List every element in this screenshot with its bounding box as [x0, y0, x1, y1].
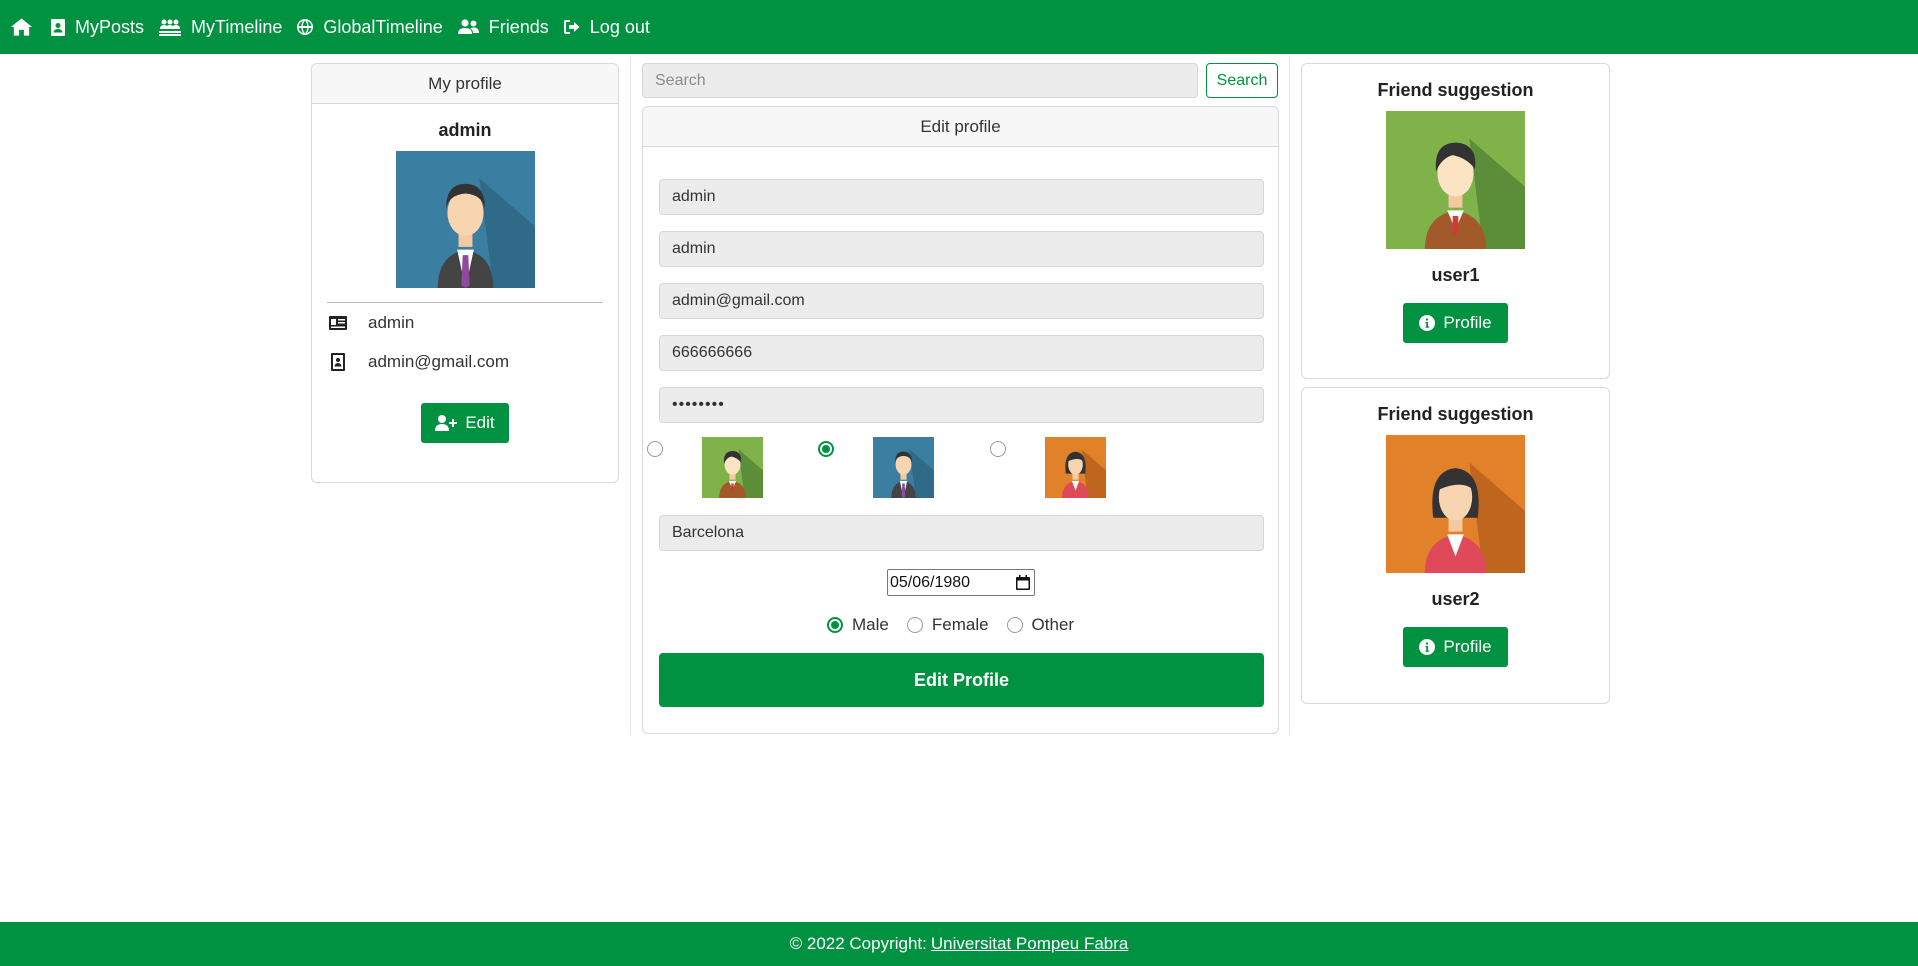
gender-radio-male[interactable]	[827, 617, 843, 633]
home-icon	[10, 18, 33, 36]
gender-radio-female[interactable]	[906, 617, 923, 633]
profile-button-label: Profile	[1443, 637, 1492, 656]
user-group-icon	[457, 19, 479, 34]
home-link[interactable]	[10, 17, 33, 37]
edit-profile-button[interactable]: Edit	[421, 403, 509, 443]
friend-suggestion-card-1: Friend suggestion user1 Profile	[1301, 63, 1610, 379]
nav-logout[interactable]: Log out	[563, 16, 650, 38]
birthdate-field[interactable]: 05/06/1980	[887, 569, 1035, 596]
footer: © 2022 Copyright: Universitat Pompeu Fab…	[0, 922, 1918, 966]
view-profile-button[interactable]: Profile	[1403, 303, 1508, 343]
friend-name: user1	[1431, 265, 1480, 285]
submit-edit-profile-button[interactable]: Edit Profile	[659, 653, 1264, 707]
friend-name: user2	[1431, 589, 1480, 609]
people-line-icon	[159, 19, 182, 36]
email-field[interactable]	[659, 283, 1264, 319]
nav-myposts[interactable]: MyPosts	[51, 17, 144, 38]
phone-field[interactable]	[659, 335, 1264, 371]
top-navbar: MyPosts MyTimeline GlobalTimeline Friend…	[0, 0, 1918, 54]
friend-avatar-user2	[1386, 435, 1525, 573]
name-field[interactable]	[659, 179, 1264, 215]
edit-profile-card: Edit profile 05/06/1980 Male Female Othe…	[642, 106, 1279, 734]
my-profile-card: My profile admin admin admin@gmail.com E…	[311, 63, 619, 483]
nav-myposts-label: MyPosts	[75, 16, 145, 37]
logout-icon	[563, 20, 580, 34]
friend-suggestion-title: Friend suggestion	[1377, 404, 1534, 424]
avatar-thumb-sweater[interactable]	[702, 437, 763, 498]
search-button[interactable]: Search	[1206, 63, 1278, 98]
profile-email: admin@gmail.com	[368, 351, 510, 371]
edit-button-label: Edit	[465, 413, 495, 432]
avatar-radio-3[interactable]	[990, 441, 1006, 457]
edit-profile-header: Edit profile	[643, 107, 1278, 147]
gender-radio-other[interactable]	[1006, 617, 1023, 633]
nav-globaltimeline[interactable]: GlobalTimeline	[297, 16, 443, 38]
avatar-thumb-female[interactable]	[1045, 437, 1106, 498]
profile-button-label: Profile	[1443, 313, 1492, 332]
calendar-icon[interactable]	[1016, 575, 1030, 590]
nav-friends[interactable]: Friends	[457, 16, 549, 38]
contact-badge-icon	[331, 352, 345, 371]
gender-label-male: Male	[852, 615, 889, 634]
gender-option-male[interactable]: Male	[827, 615, 889, 635]
gender-option-female[interactable]: Female	[906, 615, 989, 635]
search-input[interactable]	[642, 63, 1198, 98]
profile-avatar	[395, 151, 535, 288]
avatar-thumb-suit[interactable]	[873, 437, 934, 498]
user-plus-icon	[435, 415, 458, 431]
username-field[interactable]	[659, 231, 1264, 267]
gender-option-other[interactable]: Other	[1006, 615, 1075, 635]
nav-friends-label: Friends	[488, 16, 549, 37]
nav-mytimeline-label: MyTimeline	[191, 16, 283, 37]
friend-suggestion-title: Friend suggestion	[1377, 80, 1534, 100]
friend-avatar-user1	[1386, 111, 1525, 249]
password-field[interactable]	[659, 387, 1264, 423]
profile-username-row: admin	[329, 303, 618, 342]
footer-university-link[interactable]: Universitat Pompeu Fabra	[931, 934, 1128, 954]
profile-email-row: admin@gmail.com	[329, 342, 618, 381]
nav-mytimeline[interactable]: MyTimeline	[159, 17, 282, 38]
left-divider	[630, 57, 631, 735]
globe-icon	[297, 19, 314, 35]
gender-label-other: Other	[1031, 615, 1075, 634]
friend-suggestion-card-2: Friend suggestion user2 Profile	[1301, 387, 1610, 704]
gender-options: Male Female Other	[827, 615, 1092, 635]
avatar-radio-2[interactable]	[818, 441, 834, 457]
right-divider	[1289, 57, 1290, 735]
birthdate-value: 05/06/1980	[890, 573, 971, 591]
profile-username: admin	[368, 312, 415, 332]
view-profile-button[interactable]: Profile	[1403, 627, 1508, 667]
contact-card-icon	[51, 18, 65, 36]
gender-label-female: Female	[931, 615, 989, 634]
city-field[interactable]	[659, 515, 1264, 551]
profile-name: admin	[438, 120, 492, 140]
my-profile-header: My profile	[312, 64, 618, 104]
id-card-icon	[329, 315, 347, 330]
nav-globaltimeline-label: GlobalTimeline	[323, 16, 443, 37]
nav-logout-label: Log out	[589, 16, 650, 37]
avatar-option-2	[818, 437, 934, 498]
footer-copyright: © 2022 Copyright:	[789, 934, 927, 953]
info-circle-icon	[1419, 315, 1436, 331]
info-circle-icon	[1419, 639, 1436, 655]
avatar-radio-1[interactable]	[647, 441, 663, 457]
